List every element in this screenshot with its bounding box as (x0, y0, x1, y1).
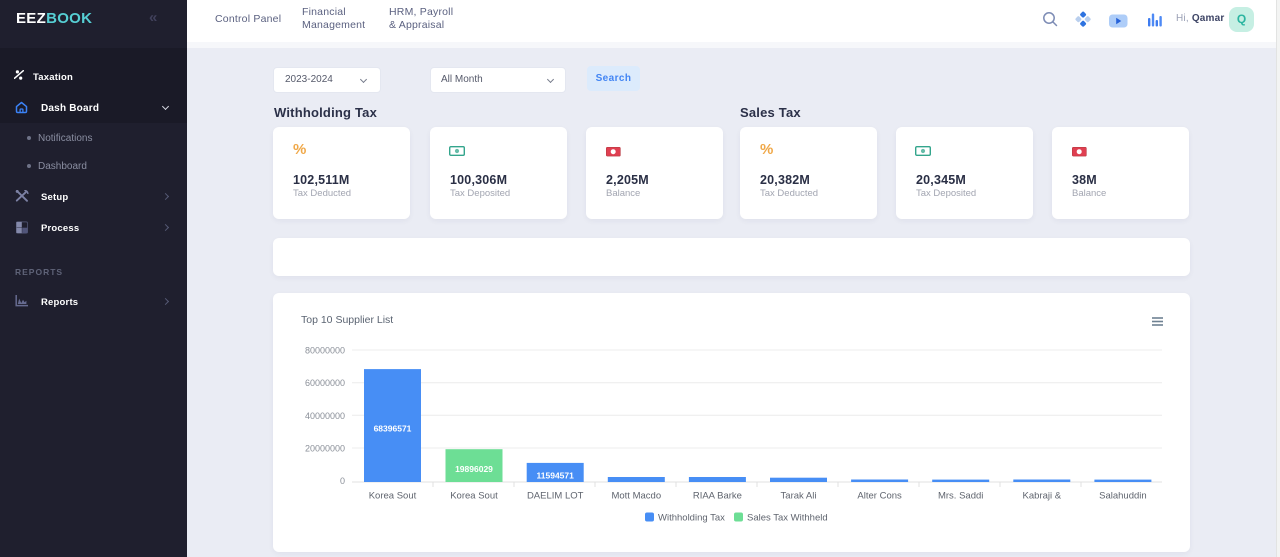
svg-text:Kabraji &: Kabraji & (1023, 491, 1062, 502)
svg-text:80000000: 80000000 (305, 346, 345, 356)
svg-text:Top 10 Supplier List: Top 10 Supplier List (301, 314, 393, 326)
svg-text:0: 0 (340, 476, 345, 486)
svg-text:Mott Macdo: Mott Macdo (611, 491, 661, 502)
svg-text:Korea Sout: Korea Sout (450, 491, 498, 502)
svg-text:Korea Sout: Korea Sout (369, 491, 417, 502)
svg-text:DAELIM LOT: DAELIM LOT (527, 491, 584, 502)
svg-text:40000000: 40000000 (305, 411, 345, 421)
svg-text:Withholding Tax: Withholding Tax (658, 513, 725, 524)
svg-text:11594571: 11594571 (537, 471, 575, 481)
svg-text:Salahuddin: Salahuddin (1099, 491, 1147, 502)
svg-text:20000000: 20000000 (305, 444, 345, 454)
svg-text:19896029: 19896029 (455, 464, 493, 474)
svg-text:RIAA Barke: RIAA Barke (693, 491, 742, 502)
svg-text:68396571: 68396571 (374, 424, 412, 434)
svg-text:Tarak Ali: Tarak Ali (781, 491, 817, 502)
svg-text:Mrs. Saddi: Mrs. Saddi (938, 491, 983, 502)
svg-text:Sales Tax Withheld: Sales Tax Withheld (747, 513, 828, 524)
svg-text:Alter Cons: Alter Cons (857, 491, 902, 502)
svg-text:60000000: 60000000 (305, 378, 345, 388)
